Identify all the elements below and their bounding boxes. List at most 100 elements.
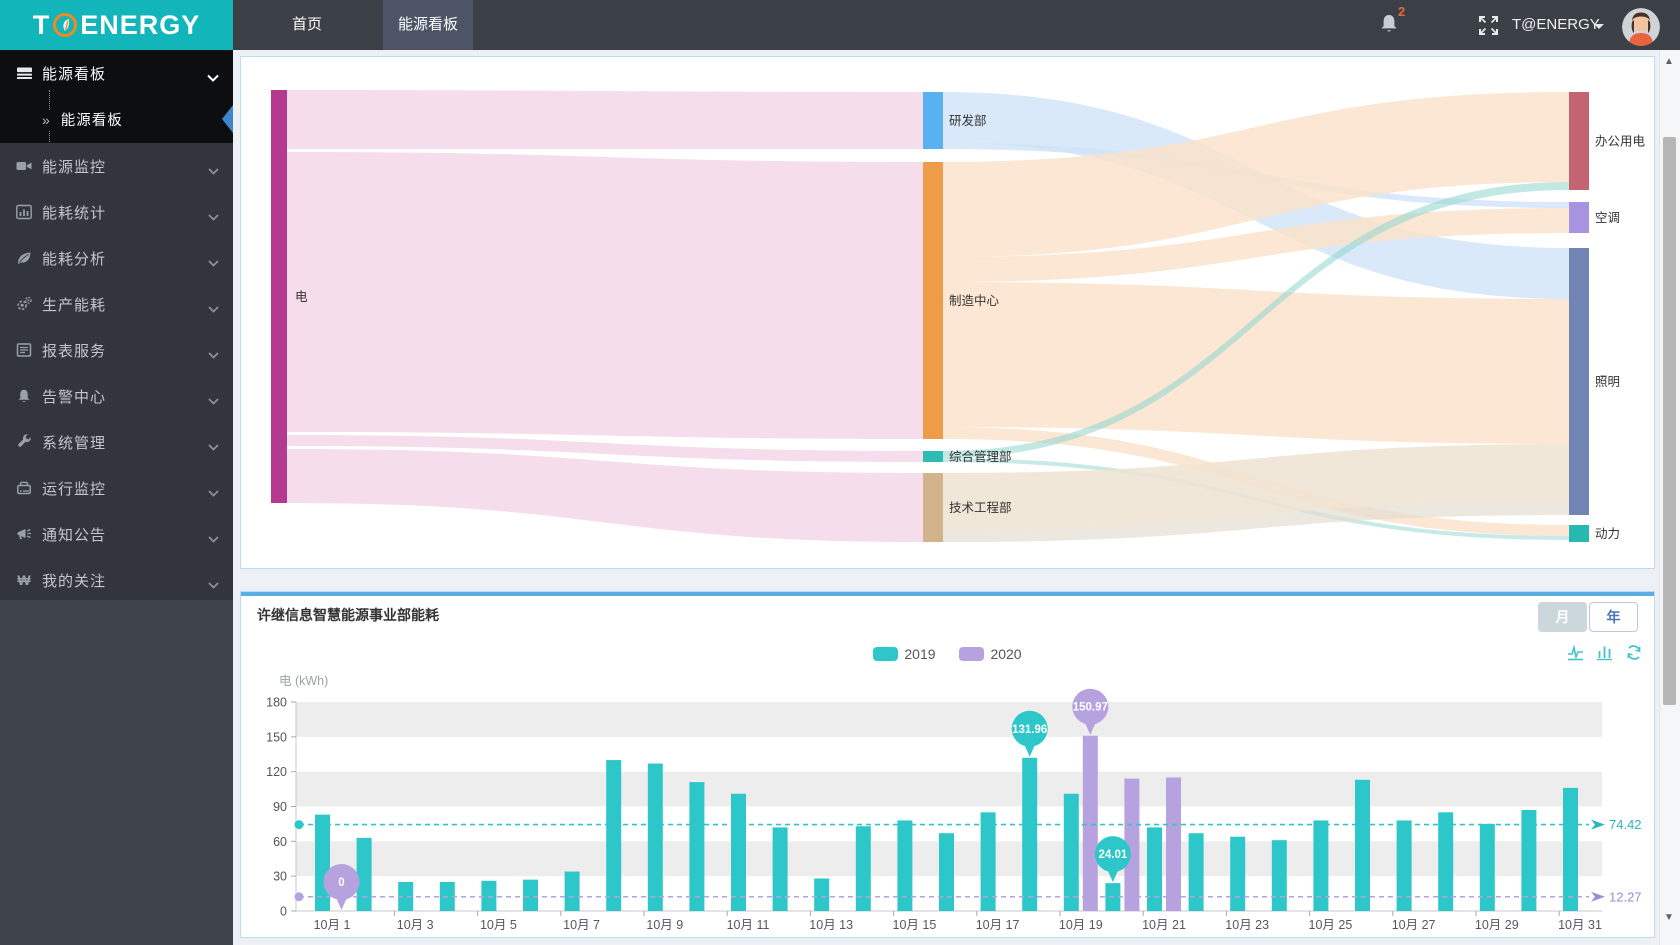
sidebar-item-label: 我的关注 [42,572,107,590]
sankey-node-技术工程部[interactable] [923,473,943,542]
daily-consumption-bar-chart[interactable]: 0 30 60 90 120 150 180 10月 1 10月 3 10月 5 10月 7 10月 … [241,592,1652,933]
sidebar-footer-area [0,600,233,945]
y-tick-label: 120 [266,765,287,779]
sankey-link-制造中心-照明[interactable] [943,282,1569,444]
tab-energy-board[interactable]: 能源看板 [383,0,473,50]
bar-2019-day24[interactable] [1271,840,1287,911]
sidebar-item-告警中心[interactable]: 告警中心 [0,373,233,419]
y-tick-label: 90 [273,800,287,814]
bar-2019-day8[interactable] [606,760,622,911]
x-tick-label: 10月 3 [397,918,434,932]
y-tick-label: 150 [266,730,287,744]
bell-icon [15,388,33,404]
sankey-node-制造中心[interactable] [923,162,943,439]
sidebar-item-label: 告警中心 [42,388,107,406]
sankey-node-动力[interactable] [1569,525,1589,542]
sidebar-item-系统管理[interactable]: 系统管理 [0,419,233,465]
chevron-down-icon [208,300,219,318]
logo-text-energy: ENERGY [80,9,201,40]
bar-2019-day26[interactable] [1355,779,1370,911]
tab-home[interactable]: 首页 [252,0,362,50]
x-tick-label: 10月 29 [1475,918,1519,932]
sankey-node-label: 办公用电 [1595,134,1646,149]
sidebar-item-能源监控[interactable]: 能源监控 [0,143,233,189]
notification-bell-icon[interactable] [1378,12,1400,41]
sankey-node-办公用电[interactable] [1569,92,1589,190]
sidebar-item-label: 能耗分析 [42,250,107,268]
x-tick-label: 10月 11 [727,918,770,932]
bar-2019-day16[interactable] [939,833,954,911]
sankey-card: 电 研发部 制造中心 综合管理部 技术工程部 办公用电 空调 照明 动力 [241,57,1654,568]
active-item-pointer-icon [222,105,233,133]
bar-2019-day2[interactable] [356,837,372,911]
scrollbar-down-arrow[interactable]: ▼ [1664,912,1674,923]
x-tick-label: 10月 31 [1558,918,1602,932]
bar-2019-day14[interactable] [855,826,871,911]
scrollbar-thumb[interactable] [1663,137,1676,705]
bar-2019-day10[interactable] [689,782,705,911]
bar-2019-day31[interactable] [1563,787,1578,911]
bar-2019-day9[interactable] [647,763,663,911]
energy-flow-sankey-chart[interactable]: 电 研发部制造中心综合管理部技术工程部 办公用电空调照明动力 [241,57,1654,568]
sidebar-item-通知公告[interactable]: 通知公告 [0,511,233,557]
sidebar-item-生产能耗[interactable]: 生产能耗 [0,281,233,327]
bar-2019-day19[interactable] [1063,793,1079,911]
fullscreen-icon[interactable] [1478,15,1499,41]
bar-2019-day6[interactable] [523,879,538,911]
bar-2019-day18[interactable] [1022,757,1038,911]
sidebar-subitem-energy-board[interactable]: » 能源看板 [0,90,233,150]
sidebar-active-group: 能源看板 » 能源看板 [0,50,233,150]
marker-pin-value: 24.01 [1099,849,1128,861]
x-tick-label: 10月 21 [1142,918,1186,932]
bar-2019-day11[interactable] [731,793,746,911]
sidebar-item-label: 能源监控 [42,158,107,176]
bar-2019-day29[interactable] [1479,823,1495,911]
bar-2020-day19[interactable] [1082,735,1098,911]
bar-2019-day5[interactable] [481,880,497,911]
app-logo[interactable]: T ENERGY [0,0,233,50]
bar-2019-day22[interactable] [1188,833,1204,911]
average-value-label: 12.27 [1609,889,1642,904]
sankey-link-电-技术工程部[interactable] [287,449,923,542]
sankey-node-照明[interactable] [1569,248,1589,515]
sidebar-item-报表服务[interactable]: 报表服务 [0,327,233,373]
sidebar-item-label: 通知公告 [42,526,107,544]
x-tick-label: 10月 17 [976,918,1020,932]
user-menu[interactable]: T@ENERGY [1512,0,1600,50]
y-tick-label: 0 [280,905,287,919]
sankey-node-电[interactable] [271,90,287,503]
chevron-down-icon [208,530,219,548]
chevron-down-icon [208,576,219,594]
chevron-down-icon [208,254,219,272]
sankey-link-电-制造中心[interactable] [287,152,923,439]
sankey-node-label: 电 [295,290,308,304]
x-tick-label: 10月 15 [893,918,937,932]
sidebar-menu: 能源监控能耗统计能耗分析生产能耗报表服务告警中心系统管理 运行监控通知公告 ₩ 我的关… [0,143,233,600]
sankey-node-空调[interactable] [1569,202,1589,233]
x-tick-label: 10月 7 [563,918,600,932]
bar-2019-day23[interactable] [1230,836,1246,911]
sankey-node-研发部[interactable] [923,92,943,149]
sidebar-item-运行监控[interactable]: 运行监控 [0,465,233,511]
sankey-link-电-研发部[interactable] [287,90,923,149]
bar-2019-day13[interactable] [814,878,830,911]
x-tick-label: 10月 1 [314,918,351,932]
sidebar-item-我的关注[interactable]: ₩ 我的关注 [0,557,233,603]
sankey-node-综合管理部[interactable] [923,451,943,462]
sankey-node-label: 动力 [1595,527,1620,541]
user-menu-caret-icon [1594,24,1604,29]
bar-2019-day12[interactable] [772,827,788,911]
bar-2019-day21[interactable] [1147,827,1162,911]
sidebar-item-能耗分析[interactable]: 能耗分析 [0,235,233,281]
bar-2019-day7[interactable] [564,871,580,911]
dashboard-icon [15,65,33,81]
sidebar-item-energy-board[interactable]: 能源看板 [0,50,233,96]
y-tick-label: 180 [266,696,287,710]
scrollbar-up-arrow[interactable]: ▲ [1664,56,1674,67]
user-avatar[interactable] [1622,8,1660,46]
sidebar-item-能耗统计[interactable]: 能耗统计 [0,189,233,235]
chevron-down-icon [208,438,219,456]
x-tick-label: 10月 13 [809,918,853,932]
sidebar-item-label: 生产能耗 [42,296,107,314]
bar-2020-day21[interactable] [1166,777,1181,911]
